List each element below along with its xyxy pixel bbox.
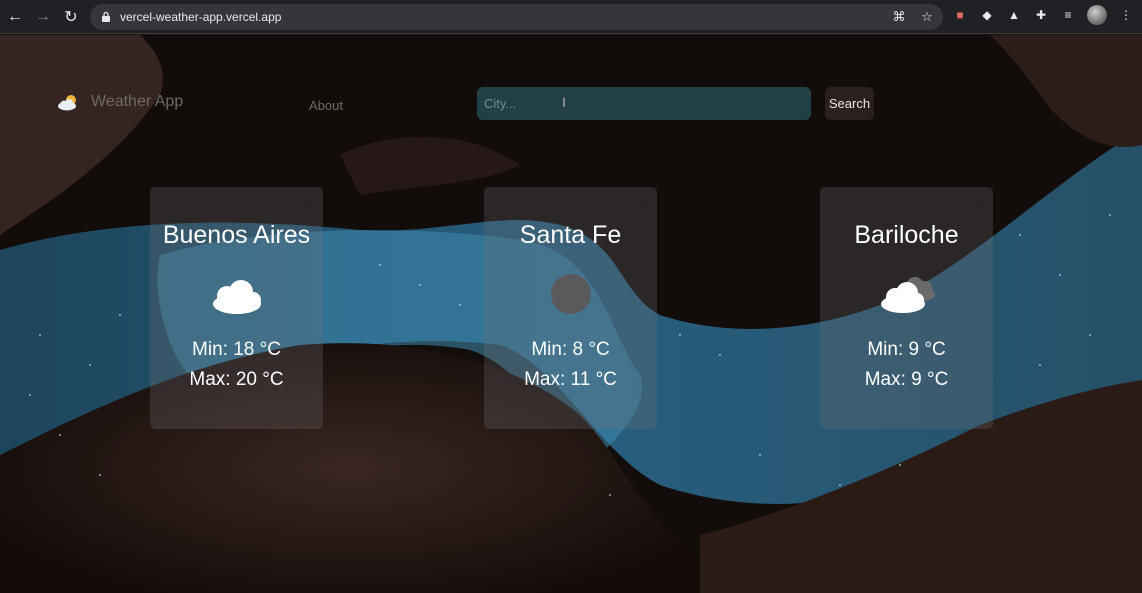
browser-toolbar: ← → ↻ vercel-weather-app.vercel.app ⌘ ☆ … xyxy=(0,0,1142,34)
bookmark-star-icon[interactable]: ☆ xyxy=(919,9,935,25)
moon-icon xyxy=(550,274,591,314)
sun-behind-cloud-icon xyxy=(58,95,76,111)
cloud-icon xyxy=(212,280,261,314)
menu-kebab-icon[interactable]: ⋮ xyxy=(1118,7,1134,23)
city-search-input[interactable] xyxy=(477,87,811,120)
brand[interactable]: Weather App xyxy=(57,93,183,111)
weather-card: × Bariloche Min: 9 °C Max: 9 °C xyxy=(820,187,993,429)
broken-clouds-icon xyxy=(880,277,935,313)
card-max-temp: Max: 20 °C xyxy=(189,369,284,390)
card-min-temp: Min: 18 °C xyxy=(192,339,281,360)
extension-shield-icon[interactable]: ◆ xyxy=(979,7,995,23)
card-max-temp: Max: 11 °C xyxy=(524,369,617,390)
reading-list-icon[interactable]: ≡ xyxy=(1060,7,1076,23)
extensions-puzzle-icon[interactable]: ✚ xyxy=(1033,7,1049,23)
extension-red-icon[interactable]: ■ xyxy=(952,7,968,23)
close-icon[interactable]: × xyxy=(976,195,983,209)
close-icon[interactable]: × xyxy=(306,195,313,209)
close-icon[interactable]: × xyxy=(640,195,647,209)
weather-card: × Santa Fe Min: 8 °C Max: 11 °C xyxy=(484,187,657,429)
weather-card: × Buenos Aires Min: 18 °C Max: 20 °C xyxy=(150,187,323,429)
search-button[interactable]: Search xyxy=(825,87,874,120)
extension-boat-icon[interactable]: ▲ xyxy=(1006,7,1022,23)
reload-icon[interactable]: ↻ xyxy=(58,4,84,30)
profile-avatar[interactable] xyxy=(1087,5,1107,25)
back-arrow-icon[interactable]: ← xyxy=(2,4,28,30)
brand-title: Weather App xyxy=(91,93,184,110)
nav-about-link[interactable]: About xyxy=(309,98,343,113)
page-background: Weather App About I Search × Buenos Aire… xyxy=(0,35,1142,593)
address-bar[interactable]: vercel-weather-app.vercel.app ⌘ ☆ xyxy=(90,4,943,30)
url-text: vercel-weather-app.vercel.app xyxy=(120,10,282,24)
forward-arrow-icon[interactable]: → xyxy=(30,4,56,30)
card-city-name: Buenos Aires xyxy=(162,221,311,249)
card-city-name: Bariloche xyxy=(854,221,959,249)
text-cursor-icon: I xyxy=(562,94,566,110)
card-min-temp: Min: 8 °C xyxy=(531,339,610,360)
card-city-name: Santa Fe xyxy=(519,221,622,249)
card-max-temp: Max: 9 °C xyxy=(864,369,949,390)
lock-icon xyxy=(102,11,110,22)
card-min-temp: Min: 9 °C xyxy=(867,339,946,360)
translate-icon[interactable]: ⌘ xyxy=(891,9,907,25)
